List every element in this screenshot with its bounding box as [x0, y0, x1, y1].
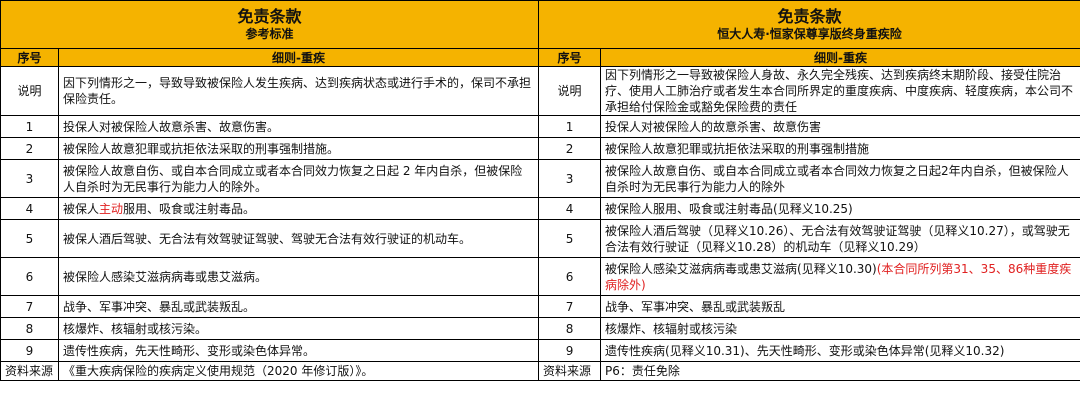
header-row: 免责条款 参考标准 免责条款 恒大人寿·恒家保尊享版终身重疾险 — [0, 0, 1080, 49]
right-subtitle: 恒大人寿·恒家保尊享版终身重疾险 — [717, 27, 902, 41]
left-header: 免责条款 参考标准 — [0, 0, 540, 49]
detail-text: 核爆炸、核辐射或核污染。 — [63, 321, 208, 336]
left-col-detail: 细则-重疾 — [57, 48, 540, 67]
table-row: 说明 因下列情形之一，导致导致被保险人发生疾病、达到疾病状态或进行手术的，保司不承… — [0, 66, 1080, 116]
left-row-detail: 战争、军事冲突、暴乱或武装叛乱。 — [57, 295, 540, 318]
table-row: 1 投保人对被保险人故意杀害、故意伤害。 1 投保人对被保险人的故意杀害、故意伤害 — [0, 115, 1080, 138]
left-title: 免责条款 — [237, 7, 302, 26]
left-row-detail: 因下列情形之一，导致导致被保险人发生疾病、达到疾病状态或进行手术的，保司不承担保… — [57, 66, 540, 116]
table-row: 7 战争、军事冲突、暴乱或武装叛乱。 7 战争、军事冲突、暴乱或武装叛乱 — [0, 295, 1080, 318]
right-col-no: 序号 — [538, 48, 602, 67]
left-row-detail: 被保人主动服用、吸食或注射毒品。 — [57, 197, 540, 220]
left-row-detail: 被保人酒后驾驶、无合法有效驾驶证驾驶、驾驶无合法有效行驶证的机动车。 — [57, 219, 540, 258]
right-row-number: 6 — [538, 257, 602, 296]
table-row: 4 被保人主动服用、吸食或注射毒品。 4 被保险人服用、吸食或注射毒品(见释义10.2… — [0, 197, 1080, 220]
right-row-detail: 被保险人酒后驾驶（见释义10.26）、无合法有效驾驶证驾驶（见释义10.27），… — [600, 219, 1080, 258]
right-row-number: 7 — [538, 295, 602, 318]
left-row-number: 8 — [0, 317, 59, 340]
right-row-detail: 战争、军事冲突、暴乱或武装叛乱 — [600, 295, 1080, 318]
table-row: 2 被保险人故意犯罪或抗拒依法采取的刑事强制措施。 2 被保险人故意犯罪或抗拒依法采取… — [0, 137, 1080, 160]
detail-text: 被保险人感染艾滋病病毒或患艾滋病(见释义10.30) — [605, 261, 877, 276]
detail-text: 战争、军事冲突、暴乱或武装叛乱。 — [63, 299, 256, 314]
left-row-number: 说明 — [0, 66, 59, 116]
detail-text: 被保人 — [63, 201, 100, 216]
left-row-detail: 被保险人故意犯罪或抗拒依法采取的刑事强制措施。 — [57, 137, 540, 160]
left-row-number: 6 — [0, 257, 59, 296]
source-row: 资料来源 《重大疾病保险的疾病定义使用规范（2020 年修订版）》。 资料来源 … — [0, 361, 1080, 381]
column-header-row: 序号 细则-重疾 序号 细则-重疾 — [0, 48, 1080, 67]
detail-text: 被保险人故意犯罪或抗拒依法采取的刑事强制措施。 — [63, 141, 340, 156]
detail-text: 核爆炸、核辐射或核污染 — [605, 321, 738, 336]
right-row-detail: 被保险人感染艾滋病病毒或患艾滋病(见释义10.30)(本合同所列第31、35、8… — [600, 257, 1080, 296]
table-row: 9 遗传性疾病，先天性畸形、变形或染色体异常。 9 遗传性疾病(见释义10.31)、先… — [0, 339, 1080, 362]
detail-text: 投保人对被保险人的故意杀害、故意伤害 — [605, 119, 822, 134]
left-row-number: 9 — [0, 339, 59, 362]
comparison-table: 免责条款 参考标准 免责条款 恒大人寿·恒家保尊享版终身重疾险 序号 细则-重疾… — [0, 0, 1080, 381]
right-row-number: 4 — [538, 197, 602, 220]
detail-text: 被保险人故意自伤、或自本合同成立或者本合同效力恢复之日起 2 年内自杀，但被保险… — [63, 163, 523, 194]
detail-text: 遗传性疾病(见释义10.31)、先天性畸形、变形或染色体异常(见释义10.32) — [605, 343, 1005, 358]
left-row-number: 7 — [0, 295, 59, 318]
table-body: 说明 因下列情形之一，导致导致被保险人发生疾病、达到疾病状态或进行手术的，保司不承… — [0, 66, 1080, 362]
detail-text: 被保险人故意犯罪或抗拒依法采取的刑事强制措施 — [605, 141, 870, 156]
right-row-detail: 核爆炸、核辐射或核污染 — [600, 317, 1080, 340]
right-row-number: 2 — [538, 137, 602, 160]
detail-text: 被保险人服用、吸食或注射毒品(见释义10.25) — [605, 201, 853, 216]
right-row-detail: 因下列情形之一导致被保险人身故、永久完全残疾、达到疾病终末期阶段、接受住院治疗、… — [600, 66, 1080, 116]
right-row-detail: 被保险人故意自伤、或自本合同成立或者本合同效力恢复之日起2年内自杀，但被保险人自… — [600, 159, 1080, 198]
detail-text: 被保人酒后驾驶、无合法有效驾驶证驾驶、驾驶无合法有效行驶证的机动车。 — [63, 231, 472, 246]
left-col-no: 序号 — [0, 48, 59, 67]
left-row-detail: 投保人对被保险人故意杀害、故意伤害。 — [57, 115, 540, 138]
right-row-detail: 被保险人服用、吸食或注射毒品(见释义10.25) — [600, 197, 1080, 220]
right-header: 免责条款 恒大人寿·恒家保尊享版终身重疾险 — [538, 0, 1080, 49]
right-row-detail: 投保人对被保险人的故意杀害、故意伤害 — [600, 115, 1080, 138]
highlight-text: 主动 — [99, 201, 124, 216]
right-row-number: 说明 — [538, 66, 602, 116]
left-subtitle: 参考标准 — [245, 27, 294, 41]
table-row: 8 核爆炸、核辐射或核污染。 8 核爆炸、核辐射或核污染 — [0, 317, 1080, 340]
left-row-number: 2 — [0, 137, 59, 160]
left-source-label: 资料来源 — [0, 361, 59, 381]
detail-text: 投保人对被保险人故意杀害、故意伤害。 — [63, 119, 280, 134]
right-title: 免责条款 — [777, 7, 842, 26]
detail-text: 遗传性疾病，先天性畸形、变形或染色体异常。 — [63, 343, 316, 358]
detail-text: 服用、吸食或注射毒品。 — [123, 201, 256, 216]
left-source-value: 《重大疾病保险的疾病定义使用规范（2020 年修订版）》。 — [57, 361, 540, 381]
detail-text: 被保险人酒后驾驶（见释义10.26）、无合法有效驾驶证驾驶（见释义10.27），… — [605, 223, 1070, 254]
detail-text: 战争、军事冲突、暴乱或武装叛乱 — [605, 299, 786, 314]
detail-text: 因下列情形之一导致被保险人身故、永久完全残疾、达到疾病终末期阶段、接受住院治疗、… — [605, 68, 1074, 114]
left-row-detail: 遗传性疾病，先天性畸形、变形或染色体异常。 — [57, 339, 540, 362]
left-row-detail: 被保险人故意自伤、或自本合同成立或者本合同效力恢复之日起 2 年内自杀，但被保险… — [57, 159, 540, 198]
right-col-detail: 细则-重疾 — [600, 48, 1080, 67]
table-row: 3 被保险人故意自伤、或自本合同成立或者本合同效力恢复之日起 2 年内自杀，但被保… — [0, 159, 1080, 198]
right-row-number: 9 — [538, 339, 602, 362]
right-row-number: 8 — [538, 317, 602, 340]
table-row: 6 被保险人感染艾滋病病毒或患艾滋病。 6 被保险人感染艾滋病病毒或患艾滋病(见释义1… — [0, 257, 1080, 296]
right-row-detail: 遗传性疾病(见释义10.31)、先天性畸形、变形或染色体异常(见释义10.32) — [600, 339, 1080, 362]
right-row-detail: 被保险人故意犯罪或抗拒依法采取的刑事强制措施 — [600, 137, 1080, 160]
right-row-number: 5 — [538, 219, 602, 258]
right-source-value: P6：责任免除 — [600, 361, 1080, 381]
left-row-number: 3 — [0, 159, 59, 198]
left-row-number: 4 — [0, 197, 59, 220]
right-source-label: 资料来源 — [538, 361, 602, 381]
detail-text: 被保险人感染艾滋病病毒或患艾滋病。 — [63, 269, 268, 284]
left-row-detail: 被保险人感染艾滋病病毒或患艾滋病。 — [57, 257, 540, 296]
right-row-number: 3 — [538, 159, 602, 198]
table-row: 5 被保人酒后驾驶、无合法有效驾驶证驾驶、驾驶无合法有效行驶证的机动车。 5 被保险人… — [0, 219, 1080, 258]
detail-text: 被保险人故意自伤、或自本合同成立或者本合同效力恢复之日起2年内自杀，但被保险人自… — [605, 163, 1069, 194]
detail-text: 因下列情形之一，导致导致被保险人发生疾病、达到疾病状态或进行手术的，保司不承担保… — [63, 76, 532, 106]
left-row-number: 1 — [0, 115, 59, 138]
left-row-detail: 核爆炸、核辐射或核污染。 — [57, 317, 540, 340]
right-row-number: 1 — [538, 115, 602, 138]
left-row-number: 5 — [0, 219, 59, 258]
